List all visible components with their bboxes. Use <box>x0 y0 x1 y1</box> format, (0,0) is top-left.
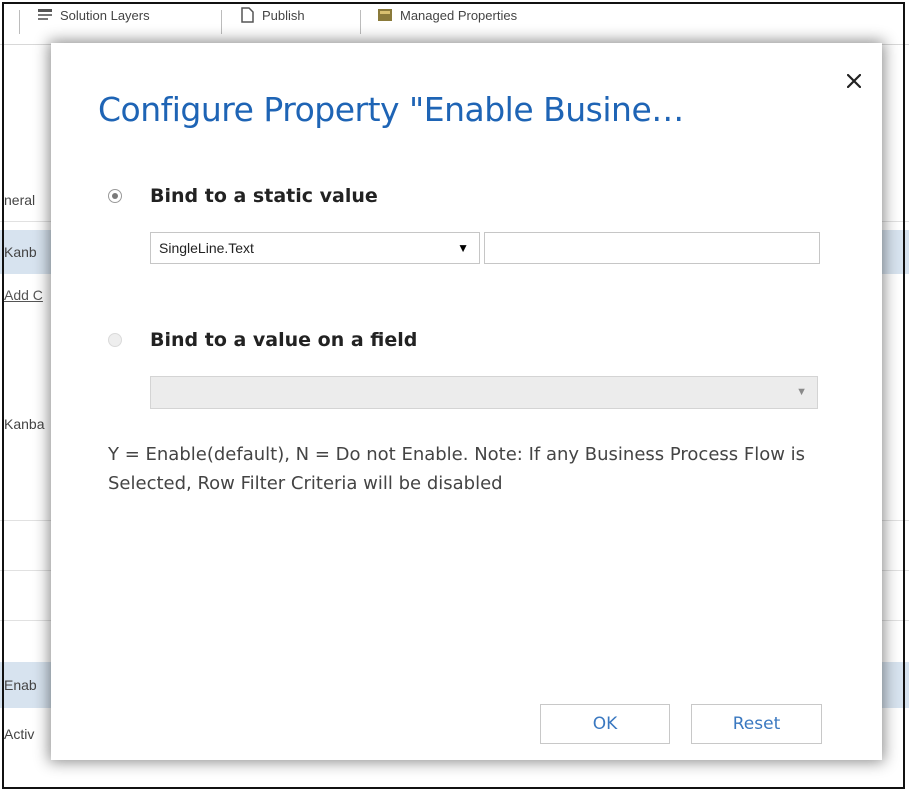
toolbar-managed-properties[interactable]: Managed Properties <box>376 0 517 30</box>
toolbar-solution-layers[interactable]: Solution Layers <box>36 0 150 30</box>
toolbar-item-label: Solution Layers <box>60 7 150 23</box>
close-icon <box>847 74 861 88</box>
configure-property-dialog: Configure Property "Enable Busine… Bind … <box>51 43 882 760</box>
static-type-select-value: SingleLine.Text <box>159 240 254 256</box>
ok-button[interactable]: OK <box>540 704 670 744</box>
toolbar-publish[interactable]: Publish <box>238 0 305 30</box>
radio-dot <box>112 193 118 199</box>
bind-field-radio[interactable] <box>108 333 122 347</box>
layers-icon <box>38 9 52 20</box>
static-value-input[interactable] <box>484 232 820 264</box>
bind-static-label: Bind to a static value <box>150 185 378 207</box>
page-icon <box>241 7 254 23</box>
toolbar-separator <box>221 10 222 34</box>
reset-button[interactable]: Reset <box>691 704 822 744</box>
toolbar-item-label: Managed Properties <box>400 7 518 23</box>
dropdown-arrow-icon: ▼ <box>457 241 469 255</box>
static-type-select[interactable]: SingleLine.Text ▼ <box>150 232 480 264</box>
bind-field-option[interactable]: Bind to a value on a field <box>108 329 417 351</box>
toolbar-item-label: Publish <box>262 7 305 23</box>
background-toolbar: Solution Layers Publish Managed Properti… <box>0 0 909 45</box>
bind-static-option[interactable]: Bind to a static value <box>108 185 378 207</box>
properties-icon <box>378 9 392 21</box>
page: Solution Layers Publish Managed Properti… <box>0 0 909 793</box>
toolbar-separator <box>360 10 361 34</box>
close-button[interactable] <box>842 69 866 93</box>
dialog-title: Configure Property "Enable Busine… <box>98 90 684 129</box>
toolbar-separator <box>19 10 20 34</box>
field-select[interactable]: ▼ <box>150 376 818 409</box>
bind-field-label: Bind to a value on a field <box>150 329 418 351</box>
bind-static-radio[interactable] <box>108 189 122 203</box>
property-description: Y = Enable(default), N = Do not Enable. … <box>108 444 806 494</box>
dropdown-arrow-icon: ▼ <box>796 386 807 398</box>
